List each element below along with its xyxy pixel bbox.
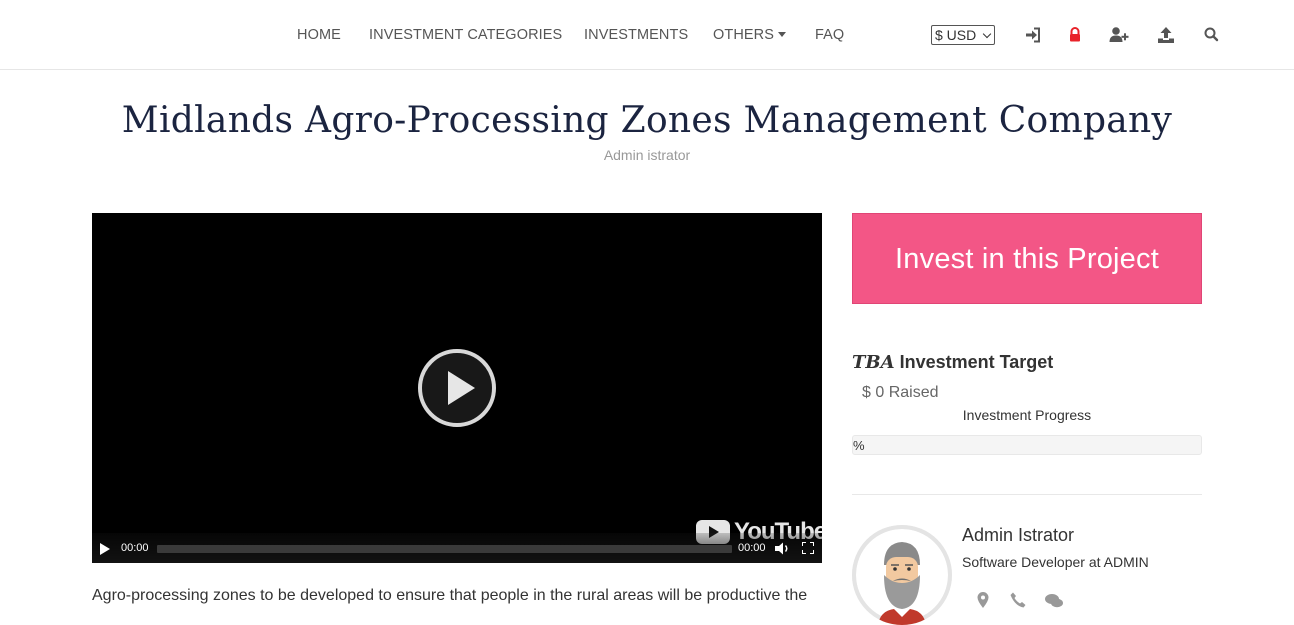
play-circle-icon[interactable] [417, 348, 497, 428]
chat-icon[interactable] [1044, 591, 1064, 609]
phone-icon[interactable] [1009, 591, 1027, 609]
currency-select[interactable]: $ USD [931, 25, 995, 45]
top-navbar: HOME INVESTMENT CATEGORIES INVESTMENTS O… [0, 0, 1294, 70]
user-plus-icon[interactable] [1109, 26, 1129, 44]
fullscreen-icon[interactable] [802, 542, 814, 554]
video-current-time: 00:00 [121, 542, 149, 554]
progress-percent: % [853, 438, 865, 453]
search-icon[interactable] [1203, 26, 1221, 44]
nav-home[interactable]: HOME [297, 27, 341, 43]
target-label: Investment Target [899, 352, 1054, 372]
project-description: Agro-processing zones to be developed to… [92, 587, 808, 604]
sign-in-icon[interactable] [1024, 26, 1042, 44]
play-icon[interactable] [100, 543, 110, 555]
video-duration: 00:00 [738, 542, 766, 554]
divider [852, 494, 1202, 495]
map-marker-icon[interactable] [974, 591, 992, 609]
volume-icon[interactable] [775, 542, 791, 555]
video-progress-track[interactable] [157, 545, 732, 553]
nav-investment-categories[interactable]: INVESTMENT CATEGORIES [369, 27, 562, 43]
video-controls: 00:00 00:00 [92, 533, 822, 563]
caret-down-icon [778, 32, 787, 37]
page-title: Midlands Agro-Processing Zones Managemen… [121, 100, 1173, 141]
author-name[interactable]: Admin Istrator [962, 525, 1074, 546]
avatar [852, 525, 952, 625]
author-role: Software Developer at ADMIN [962, 554, 1149, 570]
lock-icon[interactable] [1066, 26, 1084, 44]
chevron-down-icon [982, 29, 992, 39]
investment-target: TBA Investment Target [852, 352, 1053, 373]
raised-amount: $ 0 Raised [862, 384, 939, 401]
bearded-man-avatar-icon [852, 525, 952, 625]
nav-investments[interactable]: INVESTMENTS [584, 27, 688, 43]
page-subtitle: Admin istrator [603, 147, 691, 163]
investment-progress-bar: % [852, 435, 1202, 455]
currency-selected-value: $ USD [935, 27, 977, 43]
nav-faq[interactable]: FAQ [815, 27, 844, 43]
invest-button[interactable]: Invest in this Project [852, 213, 1202, 304]
nav-others[interactable]: OTHERS [713, 27, 787, 43]
video-player[interactable]: YouTube 00:00 00:00 [92, 213, 822, 563]
nav-others-label: OTHERS [713, 27, 775, 43]
target-value: TBA [852, 352, 895, 373]
upload-icon[interactable] [1157, 26, 1175, 44]
progress-label: Investment Progress [962, 407, 1092, 423]
